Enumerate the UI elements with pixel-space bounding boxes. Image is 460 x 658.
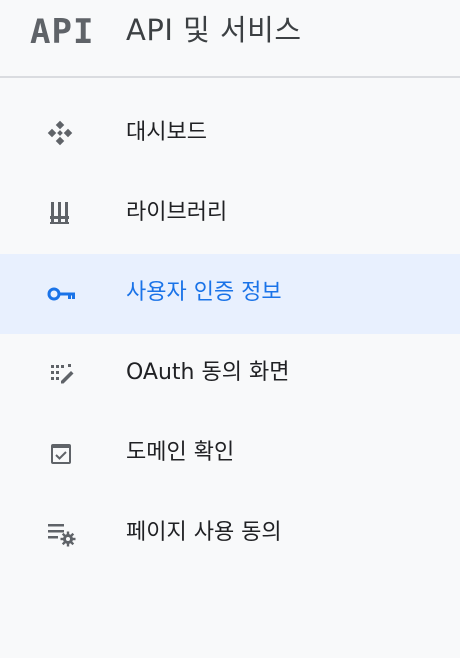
domain-verification-icon bbox=[44, 440, 80, 468]
page-usage-settings-icon bbox=[44, 520, 80, 548]
nav-item-credentials[interactable]: 사용자 인증 정보 bbox=[0, 254, 460, 334]
nav-label-credentials: 사용자 인증 정보 bbox=[126, 280, 282, 305]
dashboard-icon bbox=[44, 120, 80, 148]
library-icon bbox=[44, 200, 80, 228]
nav-label-dashboard: 대시보드 bbox=[126, 120, 207, 145]
nav-item-dashboard[interactable]: 대시보드 bbox=[0, 94, 460, 174]
nav-label-page-usage: 페이지 사용 동의 bbox=[126, 520, 282, 545]
nav-item-oauth-consent[interactable]: OAuth 동의 화면 bbox=[0, 334, 460, 414]
nav-label-domain-verification: 도메인 확인 bbox=[126, 440, 235, 465]
api-logo[interactable]: API bbox=[30, 12, 94, 52]
oauth-consent-icon bbox=[44, 360, 80, 388]
header-title[interactable]: API 및 서비스 bbox=[126, 10, 302, 50]
nav-item-library[interactable]: 라이브러리 bbox=[0, 174, 460, 254]
sidebar-nav: 대시보드 라이브러리 사용자 인증 정보 OAuth 동의 화면 도메인 확인 … bbox=[0, 94, 460, 574]
nav-label-library: 라이브러리 bbox=[126, 200, 228, 225]
key-icon bbox=[44, 280, 80, 308]
nav-item-page-usage[interactable]: 페이지 사용 동의 bbox=[0, 494, 460, 574]
sidebar-header: API API 및 서비스 bbox=[0, 0, 460, 78]
nav-label-oauth-consent: OAuth 동의 화면 bbox=[126, 360, 290, 385]
nav-item-domain-verification[interactable]: 도메인 확인 bbox=[0, 414, 460, 494]
